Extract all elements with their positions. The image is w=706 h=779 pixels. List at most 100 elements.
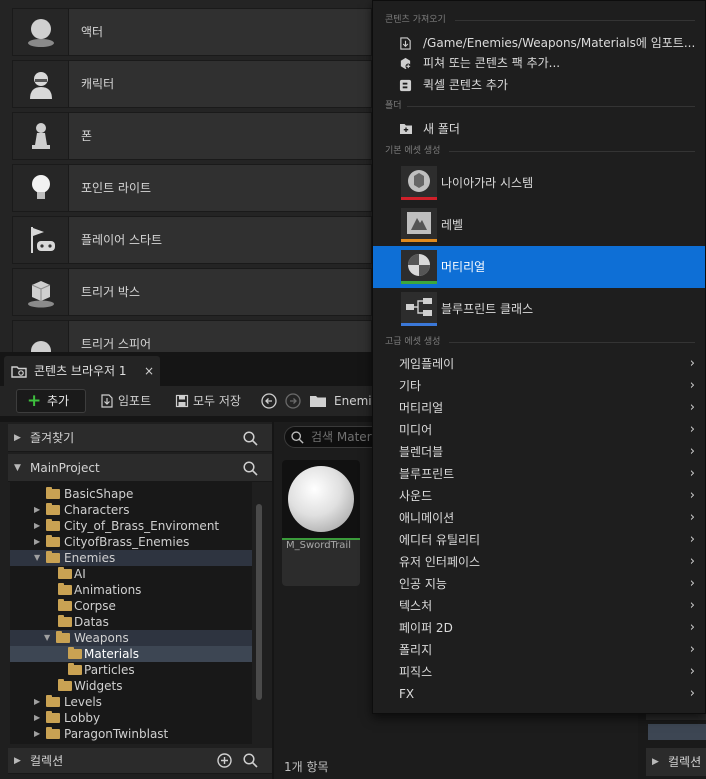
actor-item-pawn[interactable]: 폰 [12,112,372,160]
chevron-right-icon: › [689,554,695,569]
chevron-right-icon: › [689,378,695,393]
content-browser-icon [11,365,27,382]
menu-item-add-feature-pack[interactable]: 피쳐 또는 콘텐츠 팩 추가... [381,52,699,74]
menu-item-advanced-category[interactable]: 피직스 › [381,661,699,683]
divider [455,20,695,21]
tree-item-label: Weapons [74,631,129,645]
menu-item-label: 사운드 [399,489,433,503]
actor-item-label: 트리거 스피어 [81,337,152,351]
open-folder-icon [56,631,70,643]
chevron-right-icon: › [689,576,695,591]
tree-item-enemies[interactable]: ▼ Enemies [10,550,252,566]
content-browser-tab-strip: 콘텐츠 브라우저 1 × [0,352,372,386]
menu-item-advanced-category[interactable]: 에디터 유틸리티 › [381,529,699,551]
tree-item[interactable]: ▶ City_of_Brass_Enviroment [10,518,252,534]
menu-item-label: 폴리지 [399,643,433,657]
tab-content-browser[interactable]: 콘텐츠 브라우저 1 × [4,356,160,386]
menu-item-label: 피쳐 또는 콘텐츠 팩 추가... [423,56,561,70]
asset-blueprint-class[interactable]: 블루프린트 클래스 [373,288,705,330]
collapse-arrow-icon: ▶ [34,729,41,738]
folder-icon [46,711,60,723]
menu-item-advanced-category[interactable]: FX › [381,683,699,705]
collapse-arrow-icon: ▶ [14,433,21,443]
forward-arrow-icon[interactable] [285,393,301,409]
actor-item-actor[interactable]: 액터 [12,8,372,56]
collections-header[interactable]: ▶ 컬렉션 [8,748,272,774]
chevron-right-icon: › [689,488,695,503]
chevron-right-icon: › [689,686,695,701]
asset-level[interactable]: 레벨 [373,204,705,246]
tree-item[interactable]: ▶ Levels [10,694,252,710]
actor-item-point-light[interactable]: 포인트 라이트 [12,164,372,212]
folder-icon [46,519,60,531]
tree-item-label: Widgets [74,679,123,693]
search-icon[interactable] [243,461,258,476]
search-icon[interactable] [243,431,258,446]
favorites-header[interactable]: ▶ 즐겨찾기 [8,424,272,452]
add-button[interactable]: + 추가 [16,389,86,413]
actor-item-trigger-box[interactable]: 트리거 박스 [12,268,372,316]
tree-item-materials[interactable]: Materials [10,646,252,662]
asset-tile-m-swordtrail[interactable]: M_SwordTrail [282,460,360,586]
menu-item-label: /Game/Enemies/Weapons/Materials에 임포트... [423,36,696,50]
menu-item-advanced-category[interactable]: 페이퍼 2D › [381,617,699,639]
menu-item-advanced-category[interactable]: 유저 인터페이스 › [381,551,699,573]
tree-item-weapons[interactable]: ▼ Weapons [10,630,252,646]
save-all-button[interactable]: 모두 저장 [175,389,241,413]
tree-scrollbar[interactable] [256,504,262,700]
actor-item-player-start[interactable]: 플레이어 스타트 [12,216,372,264]
collections-header-right[interactable]: ▶ 컬렉션 [646,748,706,776]
tree-item[interactable]: ▶ ParagonTwinblast [10,726,252,742]
tab-label: 콘텐츠 브라우저 1 [34,364,127,378]
expand-arrow-icon: ▼ [34,553,41,562]
menu-item-label: 에디터 유틸리티 [399,533,481,547]
menu-item-advanced-category[interactable]: 폴리지 › [381,639,699,661]
tree-item[interactable]: ▶ Lobby [10,710,252,726]
tree-item-label: AI [74,567,86,581]
collapse-arrow-icon: ▶ [34,697,41,706]
chevron-right-icon: › [689,422,695,437]
menu-item-advanced-category[interactable]: 애니메이션 › [381,507,699,529]
search-icon[interactable] [243,753,258,768]
tree-item[interactable]: ▶ Characters [10,502,252,518]
close-icon[interactable]: × [144,356,154,386]
tree-item[interactable]: AI [10,566,252,582]
menu-item-advanced-category[interactable]: 인공 지능 › [381,573,699,595]
chevron-right-icon: › [689,510,695,525]
menu-item-advanced-category[interactable]: 블루프린트 › [381,463,699,485]
project-header[interactable]: ▼ MainProject [8,454,272,482]
tree-item[interactable]: ▶ CityofBrass_Enemies [10,534,252,550]
asset-material[interactable]: 머티리얼 [373,246,705,288]
tree-item[interactable]: Corpse [10,598,252,614]
menu-item-advanced-category[interactable]: 미디어 › [381,419,699,441]
menu-item-advanced-category[interactable]: 사운드 › [381,485,699,507]
import-button[interactable]: 임포트 [100,389,151,413]
actor-sphere-icon [13,9,69,55]
tree-item[interactable]: Datas [10,614,252,630]
search-placeholder: 검색 Mater [311,430,372,444]
menu-item-add-quixel[interactable]: 퀵셀 콘텐츠 추가 [381,74,699,96]
tree-item[interactable]: Widgets [10,678,252,694]
menu-item-advanced-category[interactable]: 블렌더블 › [381,441,699,463]
menu-item-import-to-folder[interactable]: /Game/Enemies/Weapons/Materials에 임포트... [381,32,699,54]
menu-item-new-folder[interactable]: 새 폴더 [381,118,699,140]
tree-item[interactable]: BasicShape [10,486,252,502]
actor-item-character[interactable]: 캐릭터 [12,60,372,108]
actor-item-label: 액터 [81,25,104,39]
back-arrow-icon[interactable] [261,393,277,409]
actor-item-label: 포인트 라이트 [81,181,152,195]
folder-icon [310,396,326,407]
tree-item[interactable]: Animations [10,582,252,598]
menu-item-advanced-category[interactable]: 게임플레이 › [381,353,699,375]
menu-item-advanced-category[interactable]: 머티리얼 › [381,397,699,419]
menu-item-advanced-category[interactable]: 기타 › [381,375,699,397]
add-circle-icon[interactable] [217,753,232,768]
menu-item-advanced-category[interactable]: 텍스처 › [381,595,699,617]
actor-item-trigger-sphere[interactable]: 트리거 스피어 [12,320,372,352]
tree-item[interactable]: Particles [10,662,252,678]
asset-niagara-system[interactable]: 나이아가라 시스템 [373,162,705,204]
asset-color-bar [401,323,437,326]
search-icon [291,431,304,444]
plus-icon: + [27,391,42,411]
folder-icon [68,663,82,675]
